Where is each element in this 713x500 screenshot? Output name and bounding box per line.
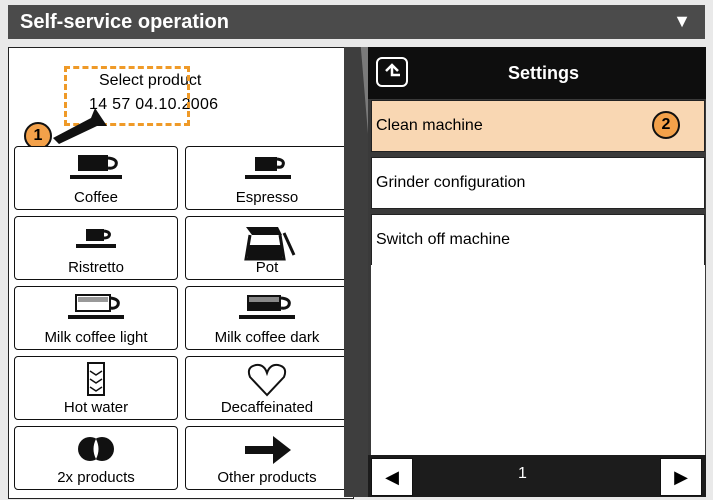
coffee-pot-icon	[244, 227, 296, 261]
product-2x-button[interactable]: 2x products	[14, 426, 178, 490]
product-espresso-button[interactable]: Espresso	[185, 146, 349, 210]
settings-item-grinder-configuration[interactable]: Grinder configuration	[371, 157, 705, 209]
product-milk-coffee-light-button[interactable]: Milk coffee light	[14, 286, 178, 350]
callout-badge-2: 2	[652, 111, 680, 139]
espresso-cup-icon	[245, 157, 291, 179]
settings-item-switch-off-machine[interactable]: Switch off machine	[371, 214, 705, 266]
pagination-bar: ◀ 1 ▶	[368, 455, 706, 497]
product-decaffeinated-button[interactable]: Decaffeinated	[185, 356, 349, 420]
product-ristretto-button[interactable]: Ristretto	[14, 216, 178, 280]
settings-empty-area	[371, 265, 705, 455]
product-coffee-button[interactable]: Coffee	[14, 146, 178, 210]
screen-frame: Self-service operation ▼ Select product …	[0, 0, 713, 500]
settings-item-clean-machine[interactable]: Clean machine 2	[371, 100, 705, 152]
milk-coffee-dark-icon	[239, 295, 295, 319]
heart-icon	[247, 363, 287, 397]
product-other-button[interactable]: Other products	[185, 426, 349, 490]
product-milk-coffee-dark-button[interactable]: Milk coffee dark	[185, 286, 349, 350]
settings-title: Settings	[508, 63, 580, 83]
coffee-cup-icon	[70, 155, 122, 179]
milk-coffee-light-icon	[68, 294, 124, 319]
page-title: Self-service operation	[20, 11, 229, 33]
back-arrow-icon	[385, 63, 400, 77]
chevron-down-icon[interactable]: ▼	[673, 11, 691, 32]
double-product-icon	[78, 437, 114, 461]
hot-water-icon	[87, 362, 105, 396]
back-button[interactable]	[376, 57, 408, 87]
product-hot-water-button[interactable]: Hot water	[14, 356, 178, 420]
settings-panel: Settings Clean machine 2 Grinder configu…	[368, 47, 706, 497]
ristretto-cup-icon	[76, 229, 116, 248]
product-panel: Select product 14 57 04.10.2006 1 Coffee…	[8, 47, 354, 499]
arrow-right-icon	[245, 436, 291, 464]
page-number: 1	[518, 465, 527, 482]
status-area: Select product 14 57 04.10.2006 1	[9, 48, 353, 150]
prev-page-button[interactable]: ◀	[371, 458, 413, 496]
settings-header: Settings	[368, 47, 706, 99]
header-bar: Self-service operation ▼	[8, 5, 705, 39]
product-pot-button[interactable]: Pot	[185, 216, 349, 280]
next-page-button[interactable]: ▶	[660, 458, 702, 496]
